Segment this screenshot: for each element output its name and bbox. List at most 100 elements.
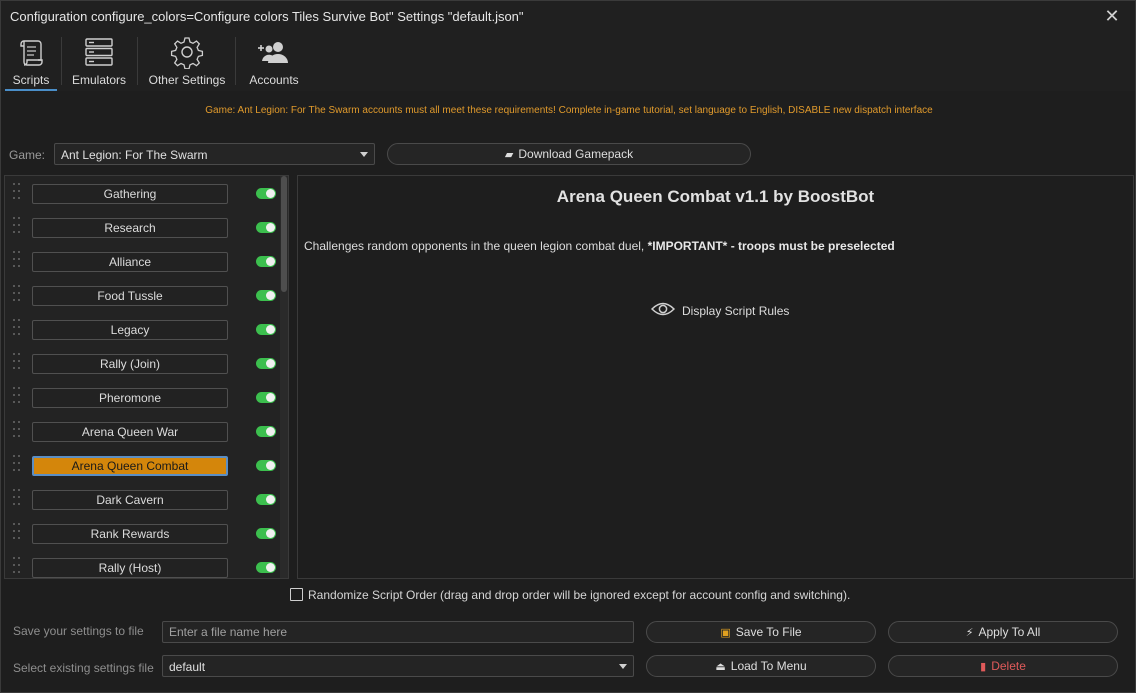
drag-handle-icon[interactable] bbox=[13, 421, 23, 439]
script-enabled-toggle[interactable] bbox=[256, 358, 276, 369]
users-add-icon bbox=[258, 42, 288, 63]
drag-handle-icon[interactable] bbox=[13, 285, 23, 303]
server-icon bbox=[85, 38, 113, 66]
tab-divider bbox=[235, 37, 236, 85]
download-box-icon: ▰ bbox=[504, 149, 514, 161]
tab-accounts-label: Accounts bbox=[249, 73, 299, 87]
script-description-text: Challenges random opponents in the queen… bbox=[304, 239, 648, 253]
eye-icon bbox=[651, 302, 675, 316]
script-row: Rally (Join) bbox=[5, 347, 276, 381]
gear-icon bbox=[170, 37, 204, 69]
scroll-icon bbox=[20, 40, 43, 66]
drag-handle-icon[interactable] bbox=[13, 557, 23, 575]
script-enabled-toggle[interactable] bbox=[256, 562, 276, 573]
script-detail-panel: Arena Queen Combat v1.1 by BoostBot Chal… bbox=[297, 175, 1134, 579]
script-enabled-toggle[interactable] bbox=[256, 222, 276, 233]
script-row: Alliance bbox=[5, 245, 276, 279]
trash-icon: ▮ bbox=[980, 661, 987, 673]
drag-handle-icon[interactable] bbox=[13, 319, 23, 337]
script-row: Dark Cavern bbox=[5, 483, 276, 517]
drag-handle-icon[interactable] bbox=[13, 251, 23, 269]
script-row: Gathering bbox=[5, 177, 276, 211]
delete-button[interactable]: ▮ Delete bbox=[888, 655, 1118, 677]
filename-input[interactable] bbox=[162, 621, 634, 643]
delete-label: Delete bbox=[991, 659, 1026, 673]
tab-emulators-label: Emulators bbox=[71, 73, 127, 87]
script-enabled-toggle[interactable] bbox=[256, 426, 276, 437]
script-button[interactable]: Rally (Host) bbox=[32, 558, 228, 578]
floppy-disk-icon: ▣ bbox=[720, 627, 731, 639]
tab-divider bbox=[61, 37, 62, 85]
display-script-rules-label: Display Script Rules bbox=[682, 304, 790, 318]
script-button[interactable]: Pheromone bbox=[32, 388, 228, 408]
settings-file-select-value: default bbox=[169, 660, 206, 674]
script-button[interactable]: Research bbox=[32, 218, 228, 238]
drag-handle-icon[interactable] bbox=[13, 217, 23, 235]
chevron-down-icon bbox=[360, 152, 368, 157]
apply-to-all-label: Apply To All bbox=[978, 625, 1041, 639]
game-select[interactable]: Ant Legion: For The Swarm bbox=[54, 143, 375, 165]
drag-handle-icon[interactable] bbox=[13, 183, 23, 201]
load-to-menu-button[interactable]: ⏏ Load To Menu bbox=[646, 655, 876, 677]
save-settings-label: Save your settings to file bbox=[13, 624, 144, 638]
title-bar: Configuration configure_colors=Configure… bbox=[1, 1, 1135, 31]
script-enabled-toggle[interactable] bbox=[256, 256, 276, 267]
select-settings-label: Select existing settings file bbox=[13, 661, 154, 675]
download-gamepack-label: Download Gamepack bbox=[518, 147, 634, 161]
script-row: Food Tussle bbox=[5, 279, 276, 313]
script-description: Challenges random opponents in the queen… bbox=[304, 239, 895, 253]
script-row: Research bbox=[5, 211, 276, 245]
drag-handle-icon[interactable] bbox=[13, 523, 23, 541]
save-to-file-label: Save To File bbox=[735, 625, 802, 639]
scrollbar-thumb[interactable] bbox=[281, 176, 287, 292]
script-button[interactable]: Rank Rewards bbox=[32, 524, 228, 544]
script-enabled-toggle[interactable] bbox=[256, 392, 276, 403]
save-to-file-button[interactable]: ▣ Save To File bbox=[646, 621, 876, 643]
script-enabled-toggle[interactable] bbox=[256, 494, 276, 505]
script-button[interactable]: Legacy bbox=[32, 320, 228, 340]
script-button[interactable]: Dark Cavern bbox=[32, 490, 228, 510]
game-requirements-warning: Game: Ant Legion: For The Swarm accounts… bbox=[205, 105, 933, 116]
randomize-order-label: Randomize Script Order (drag and drop or… bbox=[308, 588, 851, 602]
script-button[interactable]: Arena Queen Combat bbox=[32, 456, 228, 476]
script-list-scrollbar[interactable] bbox=[280, 176, 288, 578]
tab-other-settings[interactable]: Other Settings bbox=[145, 31, 229, 91]
script-enabled-toggle[interactable] bbox=[256, 324, 276, 335]
tab-other-settings-label: Other Settings bbox=[148, 73, 226, 87]
drag-handle-icon[interactable] bbox=[13, 489, 23, 507]
chevron-down-icon bbox=[619, 664, 627, 669]
script-enabled-toggle[interactable] bbox=[256, 460, 276, 471]
apply-to-all-button[interactable]: ⚡ Apply To All bbox=[888, 621, 1118, 643]
script-row: Rally (Host) bbox=[5, 551, 276, 578]
lightning-icon: ⚡ bbox=[965, 627, 974, 639]
script-button[interactable]: Gathering bbox=[32, 184, 228, 204]
randomize-order-checkbox[interactable] bbox=[290, 588, 303, 601]
tab-emulators[interactable]: Emulators bbox=[67, 31, 131, 91]
drag-handle-icon[interactable] bbox=[13, 353, 23, 371]
settings-window: Configuration configure_colors=Configure… bbox=[0, 0, 1136, 693]
drag-handle-icon[interactable] bbox=[13, 455, 23, 473]
drag-handle-icon[interactable] bbox=[13, 387, 23, 405]
script-button[interactable]: Rally (Join) bbox=[32, 354, 228, 374]
tab-divider bbox=[137, 37, 138, 85]
script-row: Legacy bbox=[5, 313, 276, 347]
download-gamepack-button[interactable]: ▰ Download Gamepack bbox=[387, 143, 751, 165]
close-icon[interactable]: ✕ bbox=[1101, 5, 1123, 27]
script-button[interactable]: Food Tussle bbox=[32, 286, 228, 306]
settings-file-select[interactable]: default bbox=[162, 655, 634, 677]
load-to-menu-label: Load To Menu bbox=[730, 659, 807, 673]
script-list: Rally (Host) Rank Rewards Dark Cavern Arena… bbox=[4, 175, 289, 579]
game-label: Game: bbox=[9, 148, 46, 162]
script-button[interactable]: Alliance bbox=[32, 252, 228, 272]
script-enabled-toggle[interactable] bbox=[256, 290, 276, 301]
script-row: Arena Queen War bbox=[5, 415, 276, 449]
script-button[interactable]: Arena Queen War bbox=[32, 422, 228, 442]
script-enabled-toggle[interactable] bbox=[256, 188, 276, 199]
tab-bar: Scripts Emulators Other Settings Account… bbox=[1, 31, 1135, 91]
upload-tray-icon: ⏏ bbox=[715, 661, 726, 673]
script-description-important: *IMPORTANT* - troops must be preselected bbox=[647, 239, 895, 253]
tab-scripts[interactable]: Scripts bbox=[5, 31, 57, 91]
window-title: Configuration configure_colors=Configure… bbox=[10, 9, 524, 24]
script-enabled-toggle[interactable] bbox=[256, 528, 276, 539]
tab-accounts[interactable]: Accounts bbox=[243, 31, 305, 91]
